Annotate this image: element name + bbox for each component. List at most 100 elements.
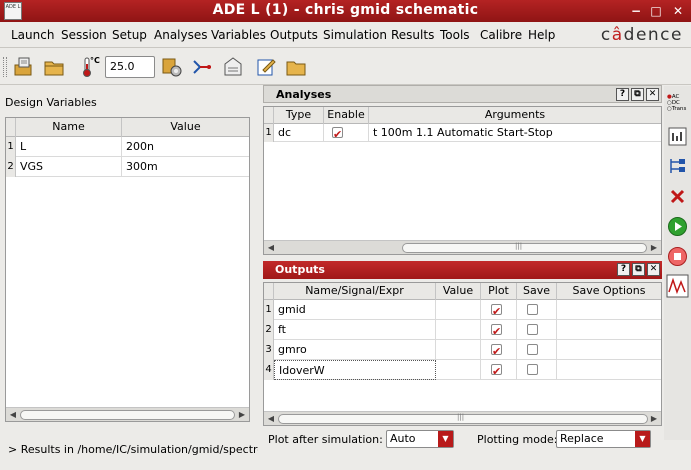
menu-session[interactable]: Session: [61, 28, 107, 42]
variable-value[interactable]: 200n: [122, 137, 249, 157]
scroll-left-arrow[interactable]: ◀: [8, 410, 18, 420]
plot-outputs-icon[interactable]: [666, 274, 689, 298]
run-simulation-icon[interactable]: [667, 216, 688, 237]
netlist-tree-icon[interactable]: [667, 156, 688, 177]
help-icon[interactable]: ?: [617, 263, 630, 276]
float-icon[interactable]: ⧉: [631, 88, 644, 101]
save-options-cell[interactable]: [557, 340, 661, 360]
output-name[interactable]: IdoverW: [274, 360, 436, 380]
table-row[interactable]: 1 L 200n: [6, 137, 249, 157]
analyses-scrollbar[interactable]: ◀ ||| ▶: [264, 240, 661, 254]
close-icon[interactable]: ✕: [646, 88, 659, 101]
plot-cell: [481, 300, 517, 320]
delete-icon[interactable]: [667, 186, 688, 207]
menu-calibre[interactable]: Calibre: [480, 28, 522, 42]
save-checkbox[interactable]: [527, 364, 538, 375]
table-row[interactable]: 1 dc t 100m 1.1 Automatic Start-Stop: [264, 124, 661, 142]
edit-form-icon[interactable]: [255, 56, 277, 78]
column-header-value[interactable]: Value: [436, 283, 481, 300]
column-header-enable[interactable]: Enable: [324, 107, 369, 124]
temperature-input[interactable]: 25.0: [105, 56, 155, 78]
stop-simulation-icon[interactable]: [667, 246, 688, 267]
plot-checkbox[interactable]: [491, 362, 502, 380]
analysis-type[interactable]: dc: [274, 124, 324, 142]
save-checkbox[interactable]: [527, 304, 538, 315]
close-icon[interactable]: ✕: [647, 263, 660, 276]
probe-icon[interactable]: [191, 56, 213, 78]
column-header-save[interactable]: Save: [517, 283, 557, 300]
plot-checkbox[interactable]: [491, 342, 502, 360]
edit-analysis-icon[interactable]: [667, 126, 688, 147]
save-options-cell[interactable]: [557, 360, 661, 380]
scroll-thumb[interactable]: |||: [278, 413, 648, 424]
minimize-button[interactable]: −: [628, 3, 644, 19]
scroll-left-arrow[interactable]: ◀: [266, 414, 276, 424]
menu-simulation[interactable]: Simulation: [323, 28, 387, 42]
row-number: 1: [264, 300, 274, 320]
open-results-icon[interactable]: [285, 56, 307, 78]
help-icon[interactable]: ?: [616, 88, 629, 101]
outputs-scrollbar[interactable]: ◀ ||| ▶: [264, 411, 661, 425]
plot-checkbox[interactable]: [491, 302, 502, 320]
analysis-arguments[interactable]: t 100m 1.1 Automatic Start-Stop: [369, 124, 661, 142]
variable-name[interactable]: VGS: [16, 157, 122, 177]
float-icon[interactable]: ⧉: [632, 263, 645, 276]
table-row[interactable]: 2 ft: [264, 320, 661, 340]
variable-value[interactable]: 300m: [122, 157, 249, 177]
chevron-down-icon[interactable]: ▼: [635, 431, 650, 447]
plot-checkbox[interactable]: [491, 322, 502, 340]
row-number: 2: [264, 320, 274, 340]
design-variables-table: Name Value 1 L 200n 2 VGS 300m ◀ ▶: [5, 117, 250, 422]
enable-checkbox[interactable]: [332, 125, 343, 142]
column-header-plot[interactable]: Plot: [481, 283, 517, 300]
right-sidebar: ●AC ○DC ○Trans: [664, 86, 691, 440]
column-header-name[interactable]: Name: [16, 118, 122, 137]
plot-after-select[interactable]: Auto ▼: [386, 430, 454, 448]
maximize-button[interactable]: □: [648, 3, 664, 19]
scroll-right-arrow[interactable]: ▶: [237, 410, 247, 420]
menu-setup[interactable]: Setup: [112, 28, 147, 42]
table-row[interactable]: 4 IdoverW: [264, 360, 661, 380]
corner-header: [6, 118, 16, 137]
table-row[interactable]: 2 VGS 300m: [6, 157, 249, 177]
output-name[interactable]: gmro: [274, 340, 436, 360]
save-checkbox[interactable]: [527, 324, 538, 335]
corner-header: [264, 283, 274, 300]
scroll-right-arrow[interactable]: ▶: [649, 414, 659, 424]
save-cell: [517, 300, 557, 320]
toolbar-grip[interactable]: [3, 57, 7, 77]
column-header-value[interactable]: Value: [122, 118, 249, 137]
plotting-mode-select[interactable]: Replace ▼: [556, 430, 651, 448]
close-button[interactable]: ✕: [670, 3, 686, 19]
scroll-right-arrow[interactable]: ▶: [649, 243, 659, 253]
output-name[interactable]: ft: [274, 320, 436, 340]
design-variables-scrollbar[interactable]: ◀ ▶: [6, 407, 249, 421]
menu-tools[interactable]: Tools: [440, 28, 470, 42]
chevron-down-icon[interactable]: ▼: [438, 431, 453, 447]
column-header-type[interactable]: Type: [274, 107, 324, 124]
column-header-save-options[interactable]: Save Options: [557, 283, 661, 300]
menu-help[interactable]: Help: [528, 28, 555, 42]
folder-icon[interactable]: [43, 56, 65, 78]
table-row[interactable]: 1 gmid: [264, 300, 661, 320]
analysis-type-selector[interactable]: ●AC ○DC ○Trans: [667, 94, 688, 120]
open-session-icon[interactable]: [13, 56, 35, 78]
scroll-thumb[interactable]: |||: [402, 242, 647, 253]
variable-name[interactable]: L: [16, 137, 122, 157]
save-options-cell[interactable]: [557, 320, 661, 340]
setup-gear-icon[interactable]: [161, 56, 183, 78]
netlist-icon[interactable]: [222, 56, 244, 78]
menu-launch[interactable]: Launch: [11, 28, 54, 42]
menu-variables[interactable]: Variables: [211, 28, 266, 42]
menu-results[interactable]: Results: [391, 28, 434, 42]
menu-outputs[interactable]: Outputs: [270, 28, 318, 42]
save-options-cell[interactable]: [557, 300, 661, 320]
scroll-left-arrow[interactable]: ◀: [266, 243, 276, 253]
menu-analyses[interactable]: Analyses: [154, 28, 208, 42]
table-row[interactable]: 3 gmro: [264, 340, 661, 360]
save-checkbox[interactable]: [527, 344, 538, 355]
column-header-arguments[interactable]: Arguments: [369, 107, 661, 124]
scroll-thumb[interactable]: [20, 410, 235, 420]
output-name[interactable]: gmid: [274, 300, 436, 320]
column-header-name[interactable]: Name/Signal/Expr: [274, 283, 436, 300]
